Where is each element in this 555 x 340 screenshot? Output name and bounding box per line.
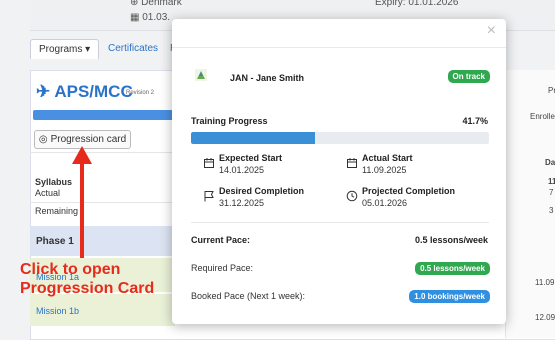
flag-icon <box>204 191 214 202</box>
desired-completion: Desired Completion 31.12.2025 <box>203 186 338 212</box>
training-progress-value: 41.7% <box>462 116 488 126</box>
training-progress-bar <box>191 132 489 144</box>
mission-1b-link[interactable]: Mission 1b <box>36 306 79 316</box>
phase-label: Phase 1 <box>36 236 74 247</box>
section-divider <box>191 222 489 223</box>
globe-icon: ⊕ <box>130 0 139 8</box>
clock-icon <box>346 190 358 202</box>
remaining-label: Remaining <box>35 206 79 216</box>
actual-start-value: 11.09.2025 <box>362 165 407 175</box>
annotation-callout: Click to open Progression Card <box>20 261 155 297</box>
student-name: JAN - Jane Smith <box>230 73 305 83</box>
modal-header-divider <box>172 47 506 48</box>
actual-start-label: Actual Start <box>362 153 413 163</box>
desired-completion-value: 31.12.2025 <box>219 198 265 208</box>
training-progress-fill <box>191 132 316 144</box>
gauge-icon: ◎ <box>38 134 48 145</box>
country-text: ⊕ Denmark <box>130 0 182 8</box>
required-pace-badge: 0.5 lessons/week <box>415 262 490 275</box>
booked-pace-badge: 1.0 bookings/week <box>409 290 490 303</box>
projected-completion-value: 05.01.2026 <box>362 198 408 208</box>
caret-down-icon: ▾ <box>85 44 91 55</box>
expected-start: Expected Start 14.01.2025 <box>203 153 323 179</box>
actual-label: Actual <box>35 188 61 198</box>
right-value: 7 <box>549 188 554 197</box>
close-icon[interactable]: × <box>487 22 496 40</box>
right-column <box>505 70 555 338</box>
right-header-pr: Pr <box>548 86 555 95</box>
expiry-text: Expiry: 01.01.2026 <box>375 0 459 8</box>
right-date: 12.09 <box>535 313 555 322</box>
projected-completion-label: Projected Completion <box>362 186 456 196</box>
progression-card-modal: × JAN - Jane Smith On track Training Pro… <box>172 19 506 324</box>
expected-start-label: Expected Start <box>219 153 283 163</box>
date-text: ▦ 01.03. <box>130 12 171 23</box>
right-value: 11 <box>548 177 555 186</box>
annotation-arrow-shaft <box>80 162 84 258</box>
expected-start-value: 14.01.2025 <box>219 165 265 175</box>
required-pace-label: Required Pace: <box>191 263 254 273</box>
right-header-enrolled: Enrolle <box>530 112 555 121</box>
actual-start: Actual Start 11.09.2025 <box>346 153 476 179</box>
tab-certificates[interactable]: Certificates <box>104 39 162 58</box>
training-progress-label: Training Progress <box>191 116 268 126</box>
airplane-icon: ✈ <box>36 82 51 101</box>
booked-pace-label: Booked Pace (Next 1 week): <box>191 291 306 301</box>
divider <box>30 202 175 203</box>
tab-programs[interactable]: Programs ▾ <box>30 39 100 59</box>
current-pace-label: Current Pace: <box>191 235 251 245</box>
right-value: 3 <box>549 206 554 215</box>
desired-completion-label: Desired Completion <box>219 186 305 196</box>
on-track-badge: On track <box>447 70 490 83</box>
divider <box>30 152 175 153</box>
current-pace-value: 0.5 lessons/week <box>414 235 488 245</box>
program-title: ✈ APS/MCC <box>36 82 133 101</box>
calendar-icon <box>204 158 214 168</box>
program-progress-bar <box>33 110 173 120</box>
right-date: 11.09 <box>535 278 555 287</box>
calendar-icon <box>347 158 357 168</box>
calendar-icon: ▦ <box>130 12 140 23</box>
projected-completion: Projected Completion 05.01.2026 <box>346 186 486 212</box>
student-avatar-icon <box>195 69 207 81</box>
syllabus-label: Syllabus <box>35 177 73 187</box>
program-revision: Revision 2 <box>126 90 155 96</box>
right-header-d: Da <box>545 158 555 167</box>
